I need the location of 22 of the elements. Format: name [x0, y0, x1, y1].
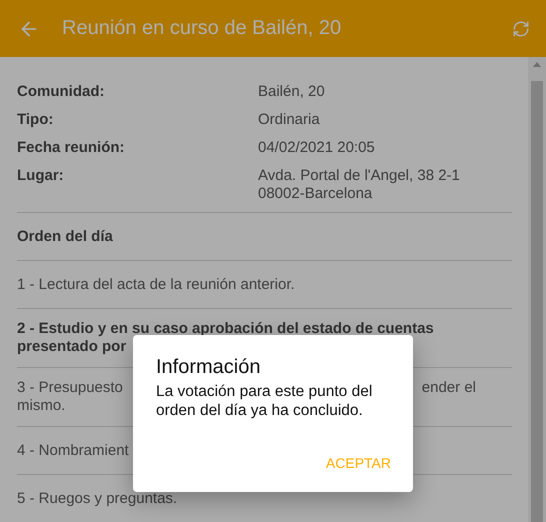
agenda-item-text[interactable]: 2 - Estudio y en su caso aprobación del estado de cuentas presentado por — [17, 320, 434, 356]
agenda-item-text[interactable]: 4 - Nombramient — [17, 442, 129, 460]
agenda-item-text: mismo. — [17, 397, 66, 415]
scroll-up-icon[interactable] — [533, 62, 541, 67]
agenda-heading: Orden del día — [17, 228, 114, 246]
agenda-item-text[interactable]: 1 - Lectura del acta de la reunión anterior. — [17, 276, 295, 294]
dialog-message: La votación para este punto del orden del día ya ha concluido. — [156, 382, 374, 420]
detail-value: 04/02/2021 20:05 — [258, 139, 376, 157]
detail-label: Fecha reunión: — [17, 139, 126, 157]
detail-value: Avda. Portal de l'Angel, 38 2-1 08002-Barcelona — [258, 167, 461, 203]
detail-value: Bailén, 20 — [258, 83, 326, 101]
agenda-item-text: ender el — [422, 379, 476, 397]
page-title: Reunión en curso de Bailén, 20 — [62, 17, 342, 40]
scrollbar[interactable] — [528, 57, 546, 522]
detail-value: Ordinaria — [258, 111, 321, 129]
refresh-icon[interactable] — [512, 20, 530, 38]
detail-label: Comunidad: — [17, 83, 106, 101]
dialog-title: Información — [156, 355, 262, 379]
detail-label: Tipo: — [17, 111, 54, 129]
detail-label: Lugar: — [17, 167, 65, 186]
agenda-item-text[interactable]: 5 - Ruegos y preguntas. — [17, 490, 178, 508]
agenda-item-text: 3 - Presupuesto — [17, 379, 123, 397]
